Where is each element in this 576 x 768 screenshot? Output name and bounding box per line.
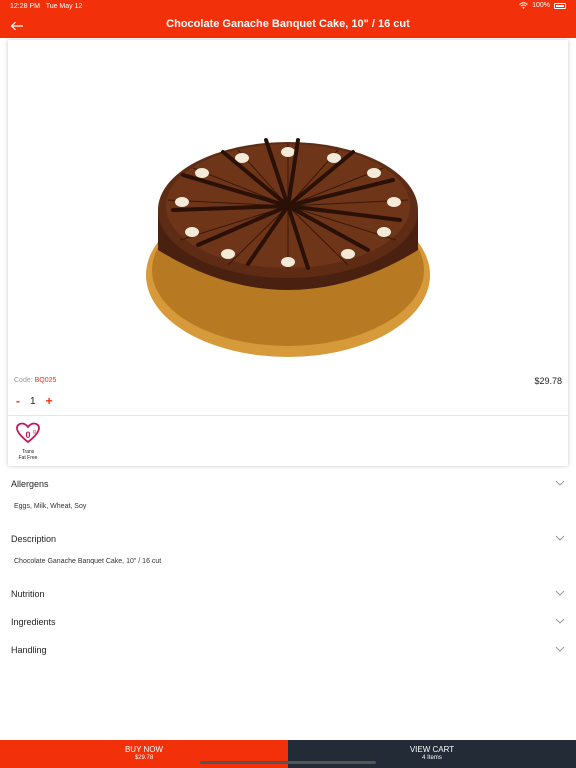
handling-title: Handling [11, 645, 47, 655]
allergens-title: Allergens [11, 479, 49, 489]
status-date: Tue May 12 [45, 3, 83, 10]
battery-percent: 100% [532, 2, 550, 9]
buy-now-label: BUY NOW [124, 745, 164, 754]
trans-fat-free-badge: 0 g Trans Fat Free [14, 422, 42, 461]
description-header[interactable]: Description [11, 530, 565, 550]
chevron-down-icon [555, 590, 565, 596]
description-body: Chocolate Ganache Banquet Cake, 10" / 16… [14, 558, 162, 565]
heart-icon: 0 g [16, 422, 40, 444]
allergens-body: Eggs, Milk, Wheat, Soy [14, 503, 87, 510]
divider [8, 415, 568, 416]
wifi-icon [519, 2, 528, 9]
decrement-button[interactable]: - [16, 394, 20, 408]
chevron-down-icon [555, 618, 565, 624]
product-code: Code: BQ025 [14, 377, 56, 384]
chevron-down-icon [555, 480, 565, 486]
badge-unit: g [33, 429, 36, 435]
view-cart-label: VIEW CART [409, 745, 455, 754]
chevron-down-icon [555, 535, 565, 541]
product-image [146, 138, 430, 357]
allergens-header[interactable]: Allergens [11, 475, 565, 495]
chevron-down-icon [555, 646, 565, 652]
increment-button[interactable]: + [46, 394, 53, 408]
ingredients-title: Ingredients [11, 617, 56, 627]
badge-line-2: Fat Free [18, 455, 38, 461]
ingredients-header[interactable]: Ingredients [11, 613, 565, 633]
handling-header[interactable]: Handling [11, 641, 565, 661]
code-value: BQ025 [34, 377, 57, 384]
home-indicator [200, 761, 376, 764]
status-time: 12:28 PM [10, 3, 40, 10]
page-title: Chocolate Ganache Banquet Cake, 10" / 16… [166, 18, 410, 30]
status-bar: 12:28 PM Tue May 12 100% [0, 0, 576, 14]
nutrition-header[interactable]: Nutrition [11, 585, 565, 605]
quantity-value: 1 [30, 395, 36, 407]
quantity-stepper: - 1 + [16, 394, 53, 408]
product-card: Code: BQ025 $29.78 - 1 + 0 g Trans Fat F… [8, 40, 568, 466]
code-label: Code: [14, 377, 33, 384]
description-title: Description [11, 534, 57, 544]
badge-value: 0 [25, 430, 30, 440]
nutrition-title: Nutrition [11, 589, 45, 599]
product-price: $29.78 [534, 376, 562, 386]
battery-icon [554, 2, 566, 9]
app-header: 12:28 PM Tue May 12 100% Chocolate Ganac… [0, 0, 576, 38]
